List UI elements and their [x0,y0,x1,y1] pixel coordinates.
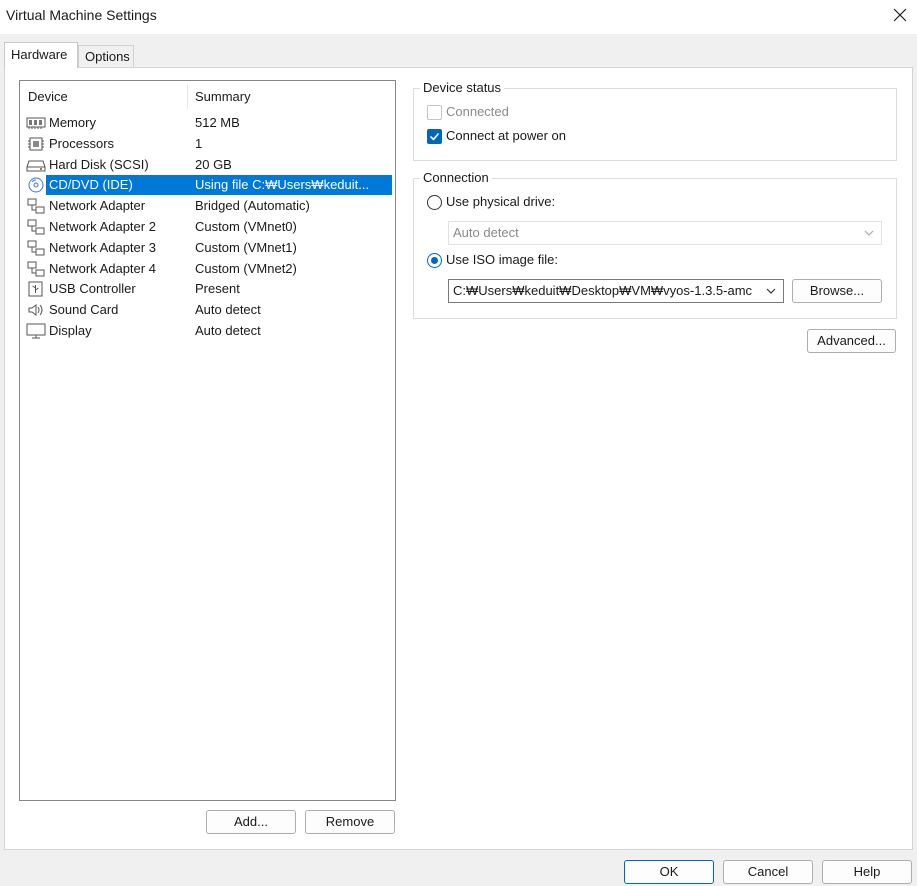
device-summary: Auto detect [195,302,261,317]
chevron-down-icon [863,227,875,239]
device-row-memory[interactable]: Memory 512 MB [20,113,393,133]
device-row-display[interactable]: Display Auto detect [20,321,393,341]
device-row-cd-dvd[interactable]: CD/DVD (IDE) Using file C:₩Users₩keduit.… [20,175,393,195]
device-summary: 1 [195,136,203,151]
window-title: Virtual Machine Settings [6,7,157,23]
device-name: Memory [49,115,96,130]
checkmark-icon [429,132,440,141]
device-row-usb-controller[interactable]: USB Controller Present [20,279,393,299]
advanced-button[interactable]: Advanced... [807,329,896,353]
column-header-summary[interactable]: Summary [195,89,251,104]
device-row-processors[interactable]: Processors 1 [20,134,393,154]
device-summary: 512 MB [195,115,240,130]
device-summary: Custom (VMnet1) [195,240,297,255]
device-name: Network Adapter 4 [49,261,156,276]
physical-drive-value: Auto detect [453,225,519,240]
use-iso-image-radio[interactable] [427,253,442,268]
help-button[interactable]: Help [822,860,912,884]
hard-disk-icon [26,157,46,173]
device-status-legend: Device status [420,80,505,95]
connect-at-power-on-label: Connect at power on [446,128,566,143]
device-name: Sound Card [49,302,119,317]
device-row-network-adapter-4[interactable]: Network Adapter 4 Custom (VMnet2) [20,259,393,279]
device-summary: Custom (VMnet0) [195,219,297,234]
display-icon [26,323,46,339]
chevron-down-icon[interactable] [765,285,777,297]
cd-dvd-icon [26,177,46,193]
device-status-group: Device status [413,80,897,161]
sound-card-icon [26,302,46,318]
cancel-button[interactable]: Cancel [723,860,813,884]
use-physical-drive-label: Use physical drive: [446,194,556,209]
use-physical-drive-radio[interactable] [427,195,442,210]
device-summary: Auto detect [195,323,261,338]
device-name: Network Adapter 3 [49,240,156,255]
device-row-network-adapter[interactable]: Network Adapter Bridged (Automatic) [20,196,393,216]
network-adapter-icon [26,261,46,277]
network-adapter-icon [26,198,46,214]
processor-icon [26,136,46,152]
connect-at-power-on-checkbox[interactable] [427,129,442,144]
device-name: Display [49,323,92,338]
tab-hardware[interactable]: Hardware [4,42,78,68]
device-name: Processors [49,136,115,151]
device-name: CD/DVD (IDE) [49,177,133,192]
device-list-header: Device Summary [20,81,395,111]
device-summary: 20 GB [195,157,232,172]
physical-drive-select[interactable]: Auto detect [448,221,882,245]
device-name: Network Adapter [49,198,146,213]
column-header-device[interactable]: Device [28,89,68,104]
device-summary: Custom (VMnet2) [195,261,297,276]
device-name: Network Adapter 2 [49,219,156,234]
device-row-network-adapter-2[interactable]: Network Adapter 2 Custom (VMnet0) [20,217,393,237]
connected-label: Connected [446,104,509,119]
memory-icon [26,115,46,131]
device-name: USB Controller [49,281,136,296]
device-summary: Bridged (Automatic) [195,198,310,213]
tab-options[interactable]: Options [78,45,134,67]
network-adapter-icon [26,240,46,256]
browse-button[interactable]: Browse... [792,279,882,303]
connection-legend: Connection [420,170,492,185]
device-summary: Using file C:₩Users₩keduit... [195,177,370,192]
connected-checkbox[interactable] [427,105,442,120]
device-row-hard-disk[interactable]: Hard Disk (SCSI) 20 GB [20,155,393,175]
ok-button[interactable]: OK [624,860,714,884]
device-row-sound-card[interactable]: Sound Card Auto detect [20,300,393,320]
column-separator [187,85,188,109]
device-row-network-adapter-3[interactable]: Network Adapter 3 Custom (VMnet1) [20,238,393,258]
remove-button[interactable]: Remove [305,810,395,834]
close-icon[interactable] [889,4,911,26]
device-list[interactable]: Device Summary Memory 512 MB Processors … [19,80,396,801]
title-bar: Virtual Machine Settings [0,0,917,34]
use-iso-image-label: Use ISO image file: [446,252,558,267]
device-name: Hard Disk (SCSI) [49,157,149,172]
iso-path-combobox[interactable]: C:₩Users₩keduit₩Desktop₩VM₩vyos-1.3.5-am… [448,279,784,303]
network-adapter-icon [26,219,46,235]
device-summary: Present [195,281,240,296]
usb-controller-icon [26,281,46,297]
add-button[interactable]: Add... [206,810,296,834]
iso-path-value[interactable]: C:₩Users₩keduit₩Desktop₩VM₩vyos-1.3.5-am… [453,283,761,298]
